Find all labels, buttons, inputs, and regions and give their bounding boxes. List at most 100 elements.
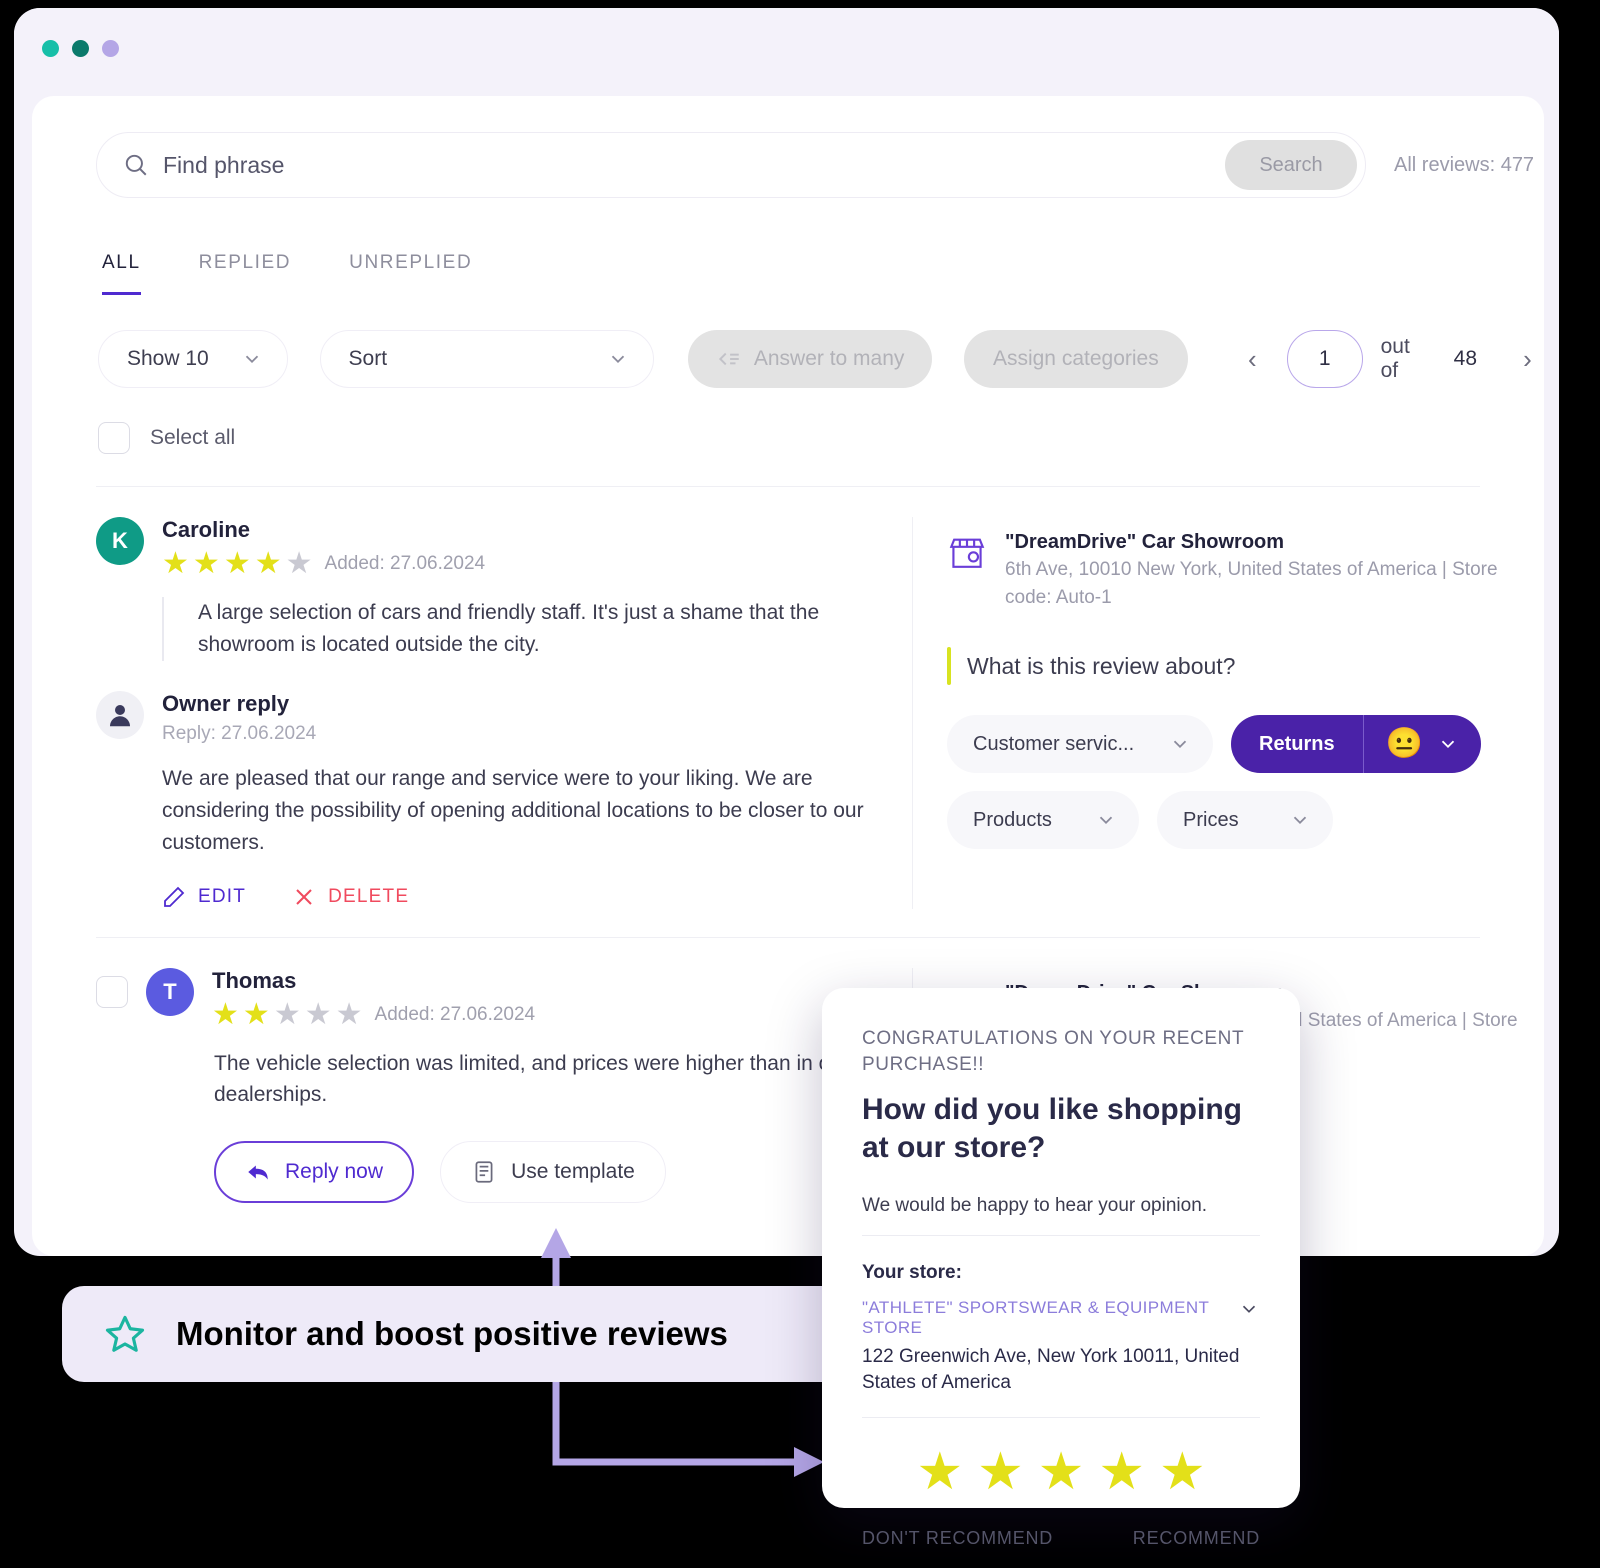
sentiment-selector[interactable]: 😐 [1364,729,1481,759]
user-icon [110,704,130,727]
assign-categories-button[interactable]: Assign categories [963,330,1188,388]
answer-to-many-button[interactable]: Answer to many [688,330,932,388]
search-row: Search All reviews: 477 [32,96,1544,198]
sort-value: Sort [348,347,388,370]
survey-store-name: "ATHLETE" SPORTSWEAR & EQUIPMENT STORE [862,1297,1209,1337]
survey-footer: DON'T RECOMMEND RECOMMEND [862,1528,1260,1549]
search-box[interactable]: Search [96,132,1366,198]
recommend-label[interactable]: RECOMMEND [1133,1528,1260,1549]
avatar: T [146,967,194,1016]
search-icon [125,154,147,176]
traffic-light-2-dot[interactable] [72,39,89,57]
review-meta: "DreamDrive" Car Showroom 6th Ave, 10010… [912,517,1544,909]
search-input[interactable] [163,151,1225,179]
traffic-light-1-dot[interactable] [42,39,59,57]
pagination-prev-button[interactable]: ‹ [1236,342,1269,376]
tab-unreplied[interactable]: UNREPLIED [349,252,472,295]
star-rating: ★ ★ ★ ★ ★ [162,549,313,579]
category-grid: Customer servic... Returns 😐 Products Pr… [947,715,1520,850]
star-icon: ★ [285,547,313,580]
tab-all[interactable]: ALL [102,252,141,295]
search-button[interactable]: Search [1225,140,1357,190]
review-header: K Caroline ★ ★ ★ ★ ★ Added: 27.06.2024 [96,517,912,579]
review-select-checkbox[interactable] [96,975,128,1008]
traffic-light-3-dot[interactable] [102,39,119,57]
survey-store-selector[interactable]: "ATHLETE" SPORTSWEAR & EQUIPMENT STORE [862,1298,1260,1338]
star-icon: ★ [212,997,239,1031]
survey-subtitle: We would be happy to hear your opinion. [862,1195,1260,1236]
show-count-select[interactable]: Show 10 [98,330,288,388]
pagination-total-pages: 48 [1453,347,1477,370]
star-icon: ★ [304,997,332,1031]
dont-recommend-label[interactable]: DON'T RECOMMEND [862,1528,1053,1549]
pagination: ‹ 1 out of 48 › [1236,330,1544,388]
review-about-row: What is this review about? [947,647,1520,686]
survey-preview-card: CONGRATULATIONS ON YOUR RECENT PURCHASE!… [822,988,1300,1548]
review-rating: ★ ★ ★ ★ ★ Added: 27.06.2024 [162,549,485,579]
pagination-current-page[interactable]: 1 [1286,330,1363,388]
review-item: K Caroline ★ ★ ★ ★ ★ Added: 27.06.2024 A… [32,487,1544,909]
survey-store-address: 122 Greenwich Ave, New York 10011, Unite… [862,1344,1260,1419]
review-text: The vehicle selection was limited, and p… [214,1051,867,1107]
star-outline-icon [105,1315,145,1352]
reply-now-button[interactable]: Reply now [214,1141,414,1204]
category-products[interactable]: Products [947,791,1139,850]
close-icon [296,888,312,905]
answer-to-many-label: Answer to many [753,347,905,370]
store-address: 6th Ave, 10010 New York, United States o… [1005,559,1498,608]
star-icon: ★ [273,997,301,1031]
edit-reply-label: EDIT [198,885,247,907]
use-template-button[interactable]: Use template [440,1141,666,1204]
all-reviews-count: All reviews: 477 [1394,153,1535,176]
review-text: A large selection of cars and friendly s… [162,597,912,661]
neutral-face-icon: 😐 [1385,727,1423,761]
storefront-icon [949,538,985,568]
survey-kicker: CONGRATULATIONS ON YOUR RECENT PURCHASE!… [862,1028,1244,1075]
edit-reply-button[interactable]: EDIT [162,885,246,909]
survey-star-rating[interactable]: ★ ★ ★ ★ ★ [862,1446,1260,1498]
tab-replied[interactable]: REPLIED [199,252,292,295]
delete-reply-button[interactable]: DELETE [292,885,409,909]
review-main: K Caroline ★ ★ ★ ★ ★ Added: 27.06.2024 A… [32,517,912,909]
assign-categories-label: Assign categories [992,347,1159,370]
chevron-down-icon [612,355,625,364]
sort-select[interactable]: Sort [319,330,655,388]
owner-reply-text: We are pleased that our range and servic… [162,766,864,854]
star-icon[interactable]: ★ [977,1446,1024,1498]
review-about-question: What is this review about? [967,652,1236,679]
chevron-down-icon [1173,740,1187,749]
review-author: Caroline [162,517,251,542]
owner-reply-actions: EDIT DELETE [162,885,912,909]
survey-store-label: Your store: [862,1261,962,1283]
app-content-surface: Search All reviews: 477 ALL REPLIED UNRE… [32,96,1544,1256]
star-icon: ★ [335,997,363,1031]
chevron-down-icon [1293,816,1307,825]
category-row: Products Prices [947,791,1520,850]
category-prices[interactable]: Prices [1157,791,1333,850]
show-count-value: Show 10 [127,347,209,370]
feature-callout-banner: Monitor and boost positive reviews [62,1286,846,1382]
category-returns-selected[interactable]: Returns 😐 [1231,715,1481,774]
window-titlebar [14,8,1559,88]
avatar: K [96,517,144,565]
pagination-next-button[interactable]: › [1511,342,1544,376]
select-all-checkbox[interactable] [98,422,130,454]
star-icon: ★ [192,547,220,580]
feature-callout-text: Monitor and boost positive reviews [176,1315,728,1352]
star-rating: ★ ★ ★ ★ ★ [212,997,363,1031]
review-author: Thomas [212,967,297,993]
review-added-date: Added: 27.06.2024 [324,553,486,574]
store-info: "DreamDrive" Car Showroom 6th Ave, 10010… [947,531,1520,611]
use-template-label: Use template [511,1160,635,1184]
star-icon[interactable]: ★ [1038,1446,1085,1498]
owner-reply-block: Owner reply Reply: 27.06.2024 [96,690,912,745]
star-icon[interactable]: ★ [916,1446,963,1498]
survey-title: How did you like shopping at our store? [862,1093,1242,1165]
pencil-icon [164,886,185,907]
star-icon: ★ [254,547,282,580]
star-icon[interactable]: ★ [1159,1446,1206,1498]
pagination-out-of-label: out of [1380,335,1410,382]
category-label: Prices [1183,808,1239,831]
star-icon[interactable]: ★ [1098,1446,1145,1498]
category-customer-service[interactable]: Customer servic... [947,715,1213,774]
